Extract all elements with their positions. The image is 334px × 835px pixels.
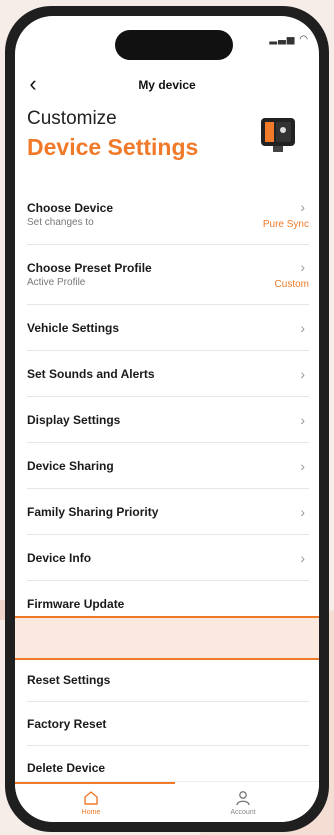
chevron-right-icon: › (300, 457, 305, 474)
divider-strip (15, 616, 319, 660)
chevron-right-icon: › (300, 259, 305, 275)
settings-list: Choose Device Set changes to › Pure Sync… (15, 185, 319, 626)
action-label: Factory Reset (27, 716, 107, 731)
setting-sub: Active Profile (27, 277, 86, 288)
action-reset-settings[interactable]: Reset Settings (27, 658, 309, 702)
setting-label: Device Sharing (27, 458, 114, 473)
tab-account-label: Account (230, 808, 256, 816)
tab-home-label: Home (81, 808, 101, 816)
home-icon (84, 790, 98, 805)
setting-label: Choose Preset Profile (27, 261, 152, 275)
device-actions-list: Reset Settings Factory Reset Delete Devi… (15, 658, 319, 789)
setting-label: Device Info (27, 550, 92, 565)
action-label: Delete Device (27, 760, 106, 775)
setting-sub: Set changes to (27, 217, 94, 228)
tab-bar: Home Account (15, 781, 319, 822)
chevron-left-icon: ‹ (29, 71, 37, 96)
setting-device-sharing[interactable]: Device Sharing › (27, 443, 309, 489)
chevron-right-icon: › (300, 549, 305, 566)
tab-home[interactable]: Home (15, 782, 167, 822)
setting-label: Set Sounds and Alerts (27, 366, 155, 381)
chevron-right-icon: › (300, 411, 305, 428)
back-button[interactable]: ‹ (21, 72, 45, 96)
app-header: ‹ My device (15, 70, 319, 100)
setting-value: Custom (274, 279, 309, 290)
dynamic-island (115, 30, 233, 60)
status-icons: ▂▃▅ ◠ (269, 34, 309, 45)
device-image (261, 118, 295, 152)
setting-display-settings[interactable]: Display Settings › (27, 397, 309, 443)
hero-section: Customize Device Settings (27, 108, 311, 178)
setting-label: Display Settings (27, 412, 121, 427)
setting-choose-device[interactable]: Choose Device Set changes to › Pure Sync (27, 185, 309, 245)
setting-vehicle-settings[interactable]: Vehicle Settings › (27, 305, 309, 351)
setting-value: Pure Sync (262, 219, 309, 230)
chevron-right-icon: › (300, 365, 305, 382)
setting-sounds-alerts[interactable]: Set Sounds and Alerts › (27, 351, 309, 397)
action-label: Reset Settings (27, 672, 111, 687)
setting-label: Vehicle Settings (27, 320, 120, 335)
chevron-right-icon: › (300, 503, 305, 520)
setting-label: Firmware Update (27, 596, 125, 611)
phone-frame: ▂▃▅ ◠ ‹ My device Customize Device Setti… (5, 6, 329, 832)
setting-family-sharing-priority[interactable]: Family Sharing Priority › (27, 489, 309, 535)
tab-account[interactable]: Account (167, 782, 319, 822)
page-title: My device (138, 78, 196, 92)
action-factory-reset[interactable]: Factory Reset (27, 702, 309, 746)
setting-choose-preset-profile[interactable]: Choose Preset Profile Active Profile › C… (27, 245, 309, 305)
setting-device-info[interactable]: Device Info › (27, 535, 309, 581)
chevron-right-icon: › (300, 319, 305, 336)
setting-label: Family Sharing Priority (27, 504, 159, 519)
app-screen: ▂▃▅ ◠ ‹ My device Customize Device Setti… (15, 16, 319, 822)
setting-label: Choose Device (27, 201, 114, 215)
person-icon (236, 790, 250, 805)
chevron-right-icon: › (300, 199, 305, 215)
